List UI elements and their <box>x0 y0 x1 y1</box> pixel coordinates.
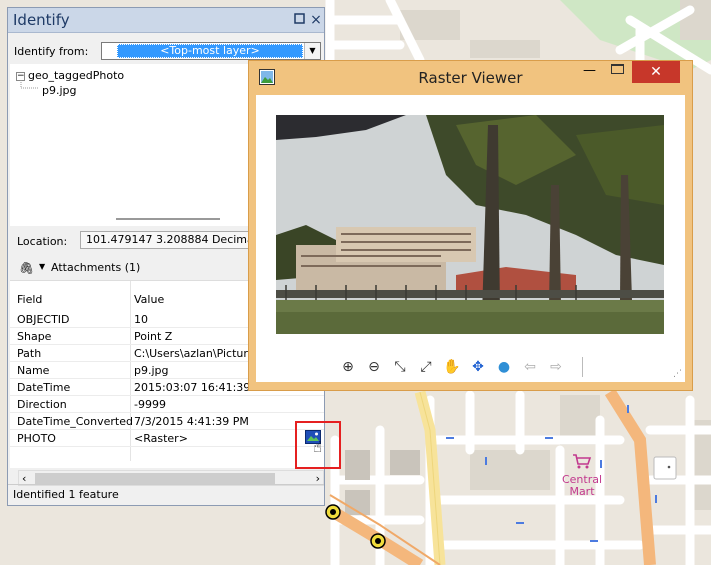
column-header-field: Field <box>17 293 43 306</box>
field-cell: Name <box>17 364 50 377</box>
field-cell: DateTime_Converted <box>17 415 133 428</box>
identify-from-label: Identify from: <box>14 45 89 58</box>
tree-connector <box>20 80 38 89</box>
raster-viewer-client: ⊕ ⊖ ⤡ ⤢ ✋ ✥ ● ⇦ ⇨ ⋰ <box>256 95 685 382</box>
field-cell: PHOTO <box>17 432 56 445</box>
raster-viewer-toolbar: ⊕ ⊖ ⤡ ⤢ ✋ ✥ ● ⇦ ⇨ <box>338 357 583 377</box>
field-cell: Shape <box>17 330 52 343</box>
value-cell: 10 <box>134 313 148 326</box>
identify-title: Identify <box>13 11 70 29</box>
globe-icon[interactable]: ● <box>494 357 514 377</box>
toolbar-separator <box>582 357 583 377</box>
raster-viewer-window: Raster Viewer — ✕ ⊕ ⊖ ⤡ ⤢ ✋ ✥ ● ⇦ ⇨ ⋰ <box>248 60 693 391</box>
zoom-out-icon[interactable]: ⊖ <box>364 357 384 377</box>
fixed-zoom-in-icon[interactable]: ⤡ <box>390 357 410 377</box>
attachments-label: Attachments (1) <box>51 261 141 274</box>
field-cell: Path <box>17 347 42 360</box>
poi-label-central-mart: Central Mart <box>561 473 603 498</box>
value-cell: C:\Users\azlan\Pictures\ <box>134 347 264 360</box>
identify-titlebar[interactable]: Identify × <box>8 8 324 33</box>
chevron-down-icon[interactable]: ▼ <box>39 262 45 271</box>
value-cell: Point Z <box>134 330 173 343</box>
identify-from-select[interactable]: <Top-most layer> ▼ <box>101 42 321 60</box>
chevron-down-icon[interactable]: ▼ <box>304 43 320 59</box>
maximize-icon[interactable] <box>611 64 624 74</box>
field-cell: DateTime <box>17 381 71 394</box>
scroll-thumb[interactable] <box>35 473 275 484</box>
pan-hand-icon[interactable]: ✋ <box>442 357 462 377</box>
close-button[interactable]: ✕ <box>632 61 680 83</box>
tree-feature-label: p9.jpg <box>42 84 77 97</box>
value-cell: -9999 <box>134 398 166 411</box>
attachments-row[interactable]: 🖇 ▼ Attachments (1) <box>11 258 252 278</box>
geotagged-photo[interactable] <box>276 115 664 334</box>
panel-splitter[interactable] <box>116 218 220 220</box>
minimize-icon[interactable]: — <box>583 63 596 78</box>
back-arrow-icon[interactable]: ⇦ <box>520 357 540 377</box>
table-row[interactable]: PHOTO <Raster> <box>10 430 324 447</box>
highlight-box <box>295 421 341 469</box>
close-icon[interactable]: × <box>309 13 323 27</box>
square-icon[interactable] <box>293 13 307 27</box>
zoom-in-icon[interactable]: ⊕ <box>338 357 358 377</box>
resize-grip-icon[interactable]: ⋰ <box>673 369 682 379</box>
identify-results-tree: − geo_taggedPhoto p9.jpg <box>10 64 252 226</box>
status-bar: Identified 1 feature <box>8 484 324 505</box>
paperclip-icon: 🖇 <box>19 261 35 275</box>
location-field: 101.479147 3.208884 Decimal Degrees <box>80 231 252 249</box>
location-label: Location: <box>17 235 68 248</box>
column-header-value: Value <box>134 293 165 306</box>
value-cell: <Raster> <box>134 432 188 445</box>
tree-feature-node[interactable]: p9.jpg <box>42 84 77 97</box>
raster-viewer-title: Raster Viewer <box>418 69 523 87</box>
fixed-zoom-out-icon[interactable]: ⤢ <box>416 357 436 377</box>
status-text: Identified 1 feature <box>13 488 119 501</box>
value-cell: 7/3/2015 4:41:39 PM <box>134 415 249 428</box>
identify-from-value: <Top-most layer> <box>117 44 303 58</box>
table-row[interactable]: DateTime_Converted 7/3/2015 4:41:39 PM <box>10 413 324 430</box>
value-cell: p9.jpg <box>134 364 169 377</box>
value-cell: 2015:03:07 16:41:39 <box>134 381 251 394</box>
mosque-icon <box>653 456 677 480</box>
field-cell: Direction <box>17 398 67 411</box>
table-row[interactable]: Direction -9999 <box>10 396 324 413</box>
field-cell: OBJECTID <box>17 313 70 326</box>
forward-arrow-icon[interactable]: ⇨ <box>546 357 566 377</box>
tree-layer-label: geo_taggedPhoto <box>28 69 125 82</box>
full-extent-icon[interactable]: ✥ <box>468 357 488 377</box>
